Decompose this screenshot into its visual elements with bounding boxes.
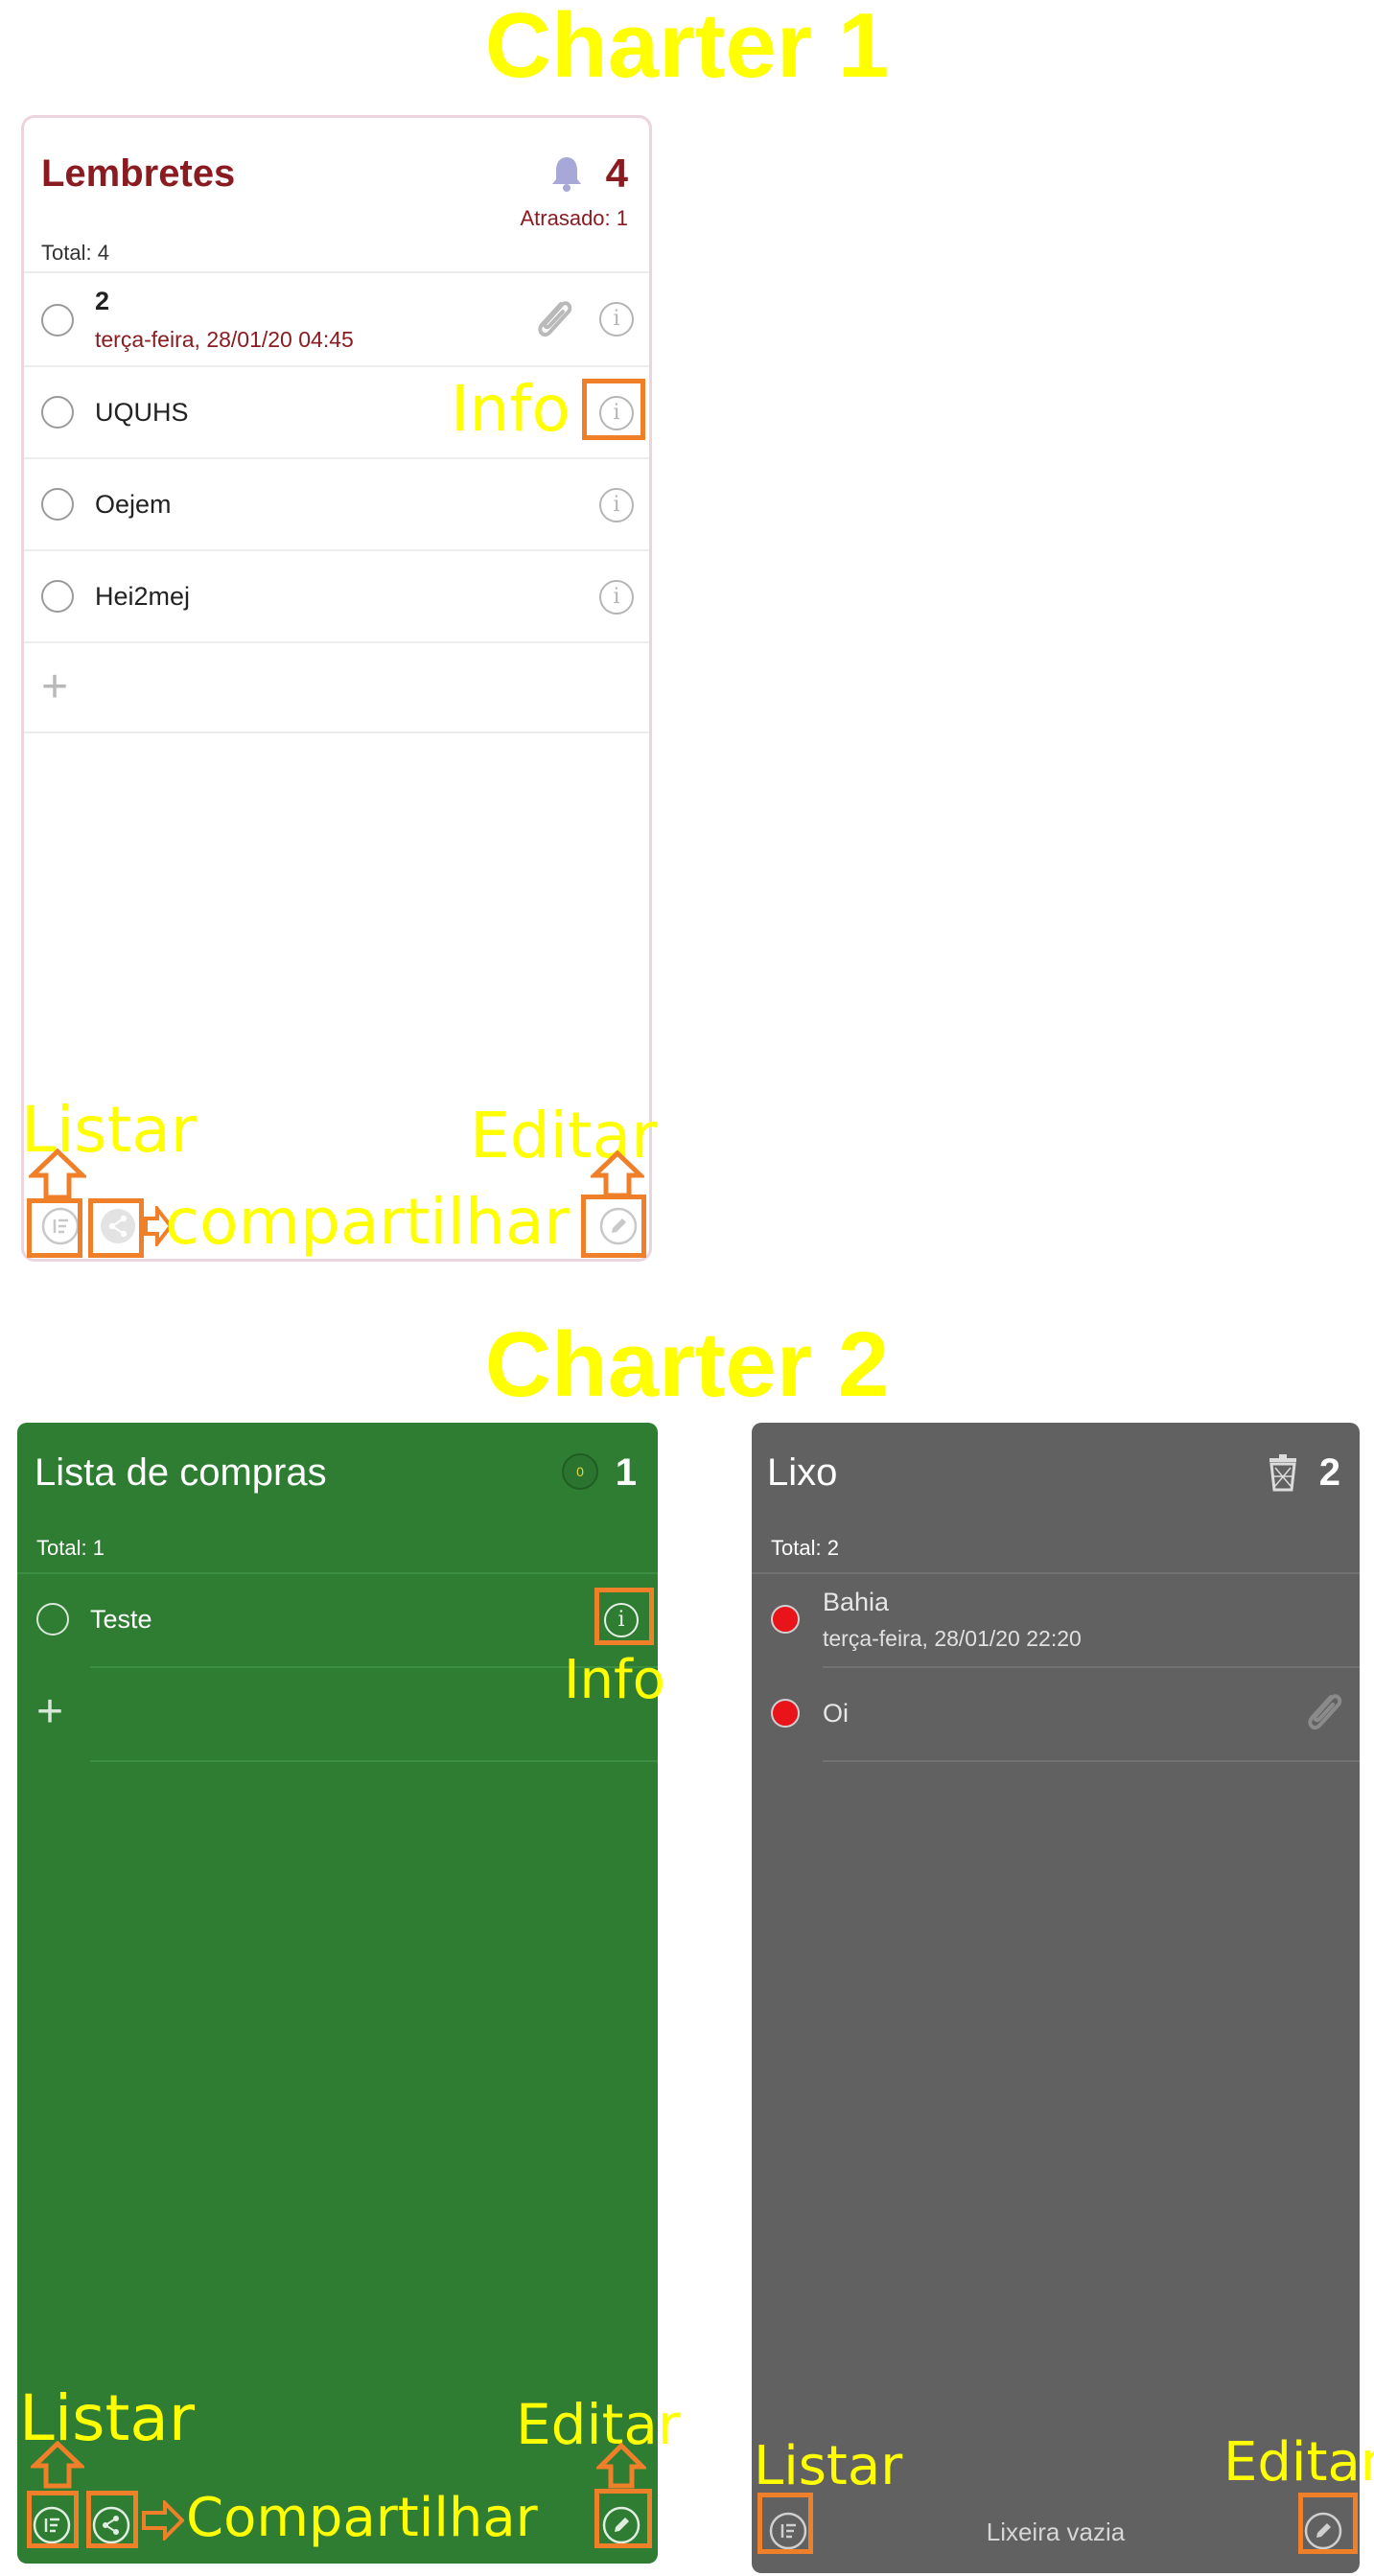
list-highlight-box [757, 2493, 813, 2554]
info-icon[interactable]: i [599, 488, 634, 522]
add-item-row[interactable]: + [17, 1668, 658, 1760]
deleted-dot[interactable] [771, 1699, 800, 1728]
reminder-count: 4 [605, 151, 628, 196]
item-title: Hei2mej [95, 582, 191, 611]
right-arrow-icon [142, 2500, 184, 2541]
trash-icon [1269, 1454, 1296, 1492]
share-highlight-box [88, 1198, 144, 1258]
item-date: terça-feira, 28/01/20 22:20 [823, 1626, 1082, 1651]
edit-highlight-box [594, 2489, 652, 2548]
info-icon[interactable]: i [599, 302, 634, 337]
item-title: Teste [90, 1605, 152, 1634]
complete-radio[interactable] [41, 580, 74, 613]
paperclip-icon [538, 301, 572, 337]
paperclip-icon [1308, 1694, 1342, 1730]
deleted-dot[interactable] [771, 1605, 800, 1634]
up-arrow-icon [31, 2441, 84, 2489]
up-arrow-icon [29, 1149, 86, 1200]
listar-annotation: Listar [754, 2435, 903, 2497]
info-annotation: Info [451, 372, 571, 446]
up-arrow-icon [596, 2443, 646, 2489]
divider [823, 1760, 1360, 1762]
compartilhar-annotation: Compartilhar [186, 2487, 538, 2549]
item-title: UQUHS [95, 398, 189, 427]
list-item[interactable]: Bahia terça-feira, 28/01/20 22:20 [752, 1574, 1360, 1666]
share-highlight-box [86, 2491, 138, 2548]
bell-icon [552, 157, 581, 192]
section-title-charter-1: Charter 1 [484, 0, 890, 97]
list-highlight-box [27, 1198, 82, 1258]
list-title: Lixo [767, 1451, 838, 1494]
total-label: Total: 4 [41, 241, 109, 265]
item-title: Bahia [823, 1588, 890, 1616]
complete-radio[interactable] [36, 1603, 69, 1636]
badge-icon: 0 [562, 1453, 598, 1490]
list-item[interactable]: Teste i [17, 1574, 658, 1666]
info-icon[interactable]: i [599, 580, 634, 615]
edit-highlight-box [1298, 2493, 1358, 2554]
up-arrow-icon [591, 1150, 644, 1198]
list-item[interactable]: Hei2mej i [24, 549, 649, 641]
complete-radio[interactable] [41, 396, 74, 429]
total-label: Total: 1 [36, 1536, 105, 1560]
list-title: Lista de compras [35, 1451, 327, 1494]
list-highlight-box [27, 2491, 79, 2548]
list-item[interactable]: 2 terça-feira, 28/01/20 04:45 i [24, 271, 649, 365]
info-highlight-box [582, 379, 645, 440]
reminders-panel: Lembretes 4 Atrasado: 1 Total: 4 2 terça… [21, 115, 652, 1262]
info-highlight-box [594, 1588, 654, 1645]
plus-icon[interactable]: + [41, 664, 68, 710]
editar-annotation: Editar [1223, 2431, 1374, 2494]
item-date: terça-feira, 28/01/20 04:45 [95, 327, 354, 352]
item-count: 1 [615, 1451, 637, 1494]
list-item[interactable]: Oi [752, 1668, 1360, 1760]
compartilhar-annotation: compartilhar [165, 1185, 571, 1259]
section-title-charter-2: Charter 2 [484, 1313, 890, 1416]
item-title: Oejem [95, 490, 172, 519]
list-item[interactable]: Oejem i [24, 457, 649, 549]
complete-radio[interactable] [41, 488, 74, 521]
plus-icon[interactable]: + [36, 1689, 63, 1735]
empty-trash-button[interactable]: Lixeira vazia [752, 2518, 1360, 2547]
divider [90, 1760, 658, 1762]
item-title: Oi [823, 1699, 849, 1728]
list-title: Lembretes [41, 152, 236, 195]
total-label: Total: 2 [771, 1536, 839, 1560]
complete-radio[interactable] [41, 304, 74, 337]
info-annotation: Info [564, 1649, 665, 1711]
overdue-label: Atrasado: 1 [520, 206, 628, 230]
add-item-row[interactable]: + [24, 641, 649, 733]
item-title: 2 [95, 287, 110, 315]
trash-panel: Lixo 2 Total: 2 Bahia terça-feira, 28/01… [752, 1423, 1360, 2573]
item-count: 2 [1318, 1451, 1340, 1494]
edit-highlight-box [581, 1195, 646, 1258]
